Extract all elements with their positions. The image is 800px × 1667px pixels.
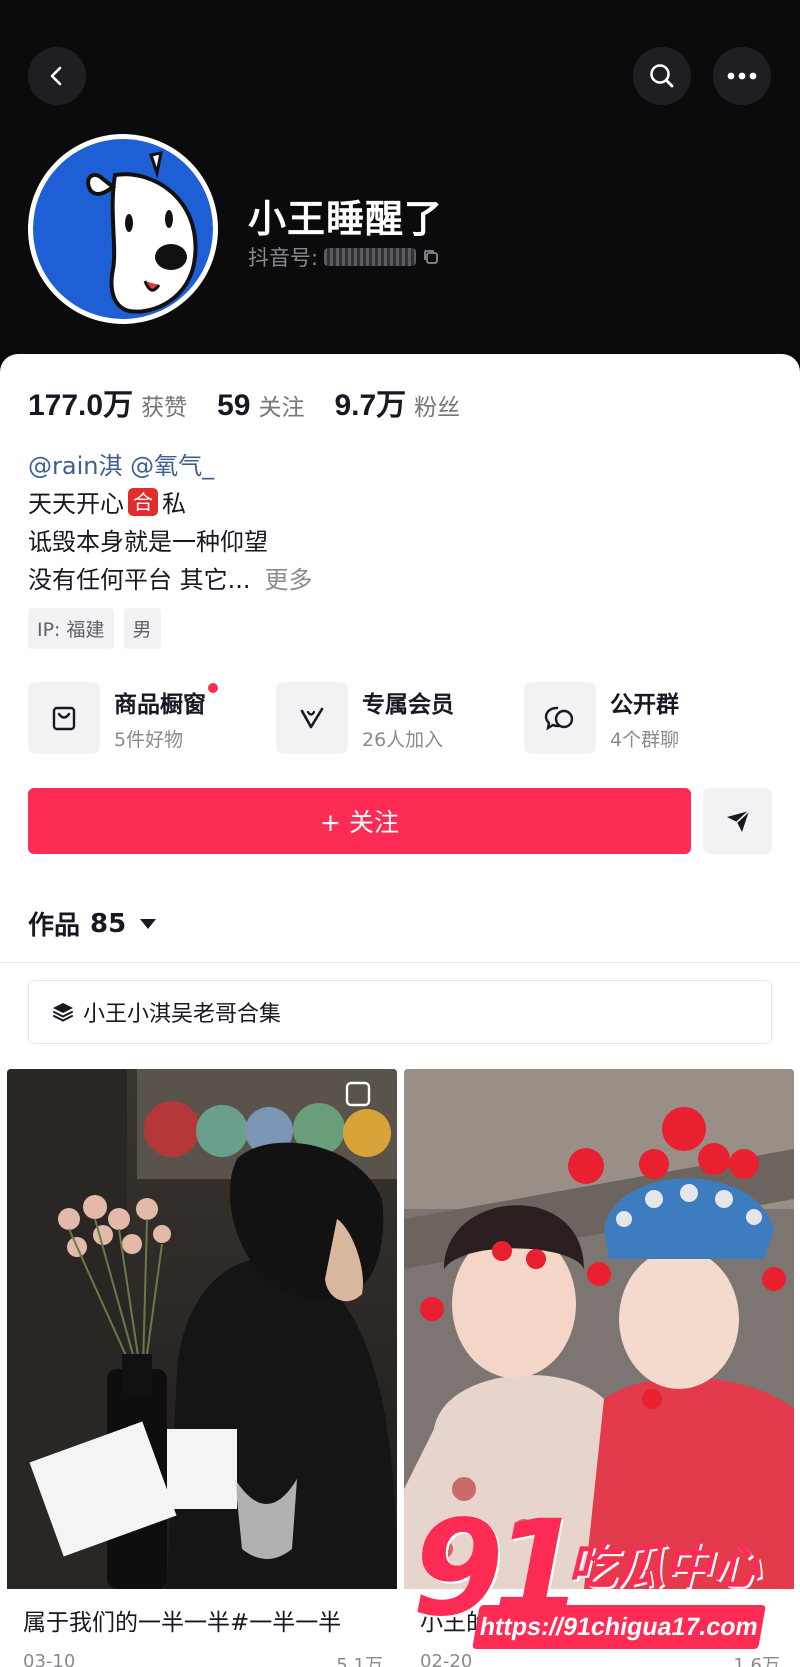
stat-likes: 177.0万 获赞 [28,380,187,424]
back-button[interactable] [28,47,86,105]
bio-text: 没有任何平台 其它... [28,566,251,594]
entry-title: 商品橱窗 [114,682,218,719]
cartoon-dog-icon [86,151,198,314]
follow-button[interactable]: + 关注 [28,788,691,854]
entry-icon-box [276,682,348,754]
entry-exclusive-member[interactable]: 专属会员 26人加入 [276,680,454,756]
send-arrow-icon [726,810,750,832]
avatar[interactable] [28,134,218,324]
shopping-bag-icon [52,706,76,731]
entry-subtitle: 26人加入 [362,728,444,751]
works-tab-label: 作品 [28,911,81,941]
chevron-left-icon [50,66,62,86]
entry-title: 公开群 [610,691,679,718]
collection-label: 小王小淇吴老哥合集 [83,1002,282,1027]
douyin-id-label: 抖音号: [248,246,319,270]
stat-label: 关注 [258,395,305,421]
profile-nickname: 小王睡醒了 [248,197,444,241]
stat-following[interactable]: 59 关注 [217,388,304,423]
search-button[interactable] [633,47,691,105]
works-count: 85 [90,908,127,939]
feature-entries: 商品橱窗 5件好物 专属会员 26人加入 公开群 4个群聊 [28,680,772,756]
stat-followers[interactable]: 9.7万 粉丝 [334,380,460,424]
video-thumbnail [7,1069,397,1589]
he-emoji-badge: 合 [128,487,158,516]
stat-label: 获赞 [141,395,188,421]
video-caption-bar: 属于我们的一半一半#一半一半 03-10 5.1万 [7,1589,397,1667]
copy-icon[interactable] [422,248,440,266]
bio-more-link[interactable]: 更多 [265,560,313,595]
bio-line-3: 没有任何平台 其它... 更多 [28,560,313,595]
video-meta: 03-10 5.1万 [23,1651,383,1667]
bio-mentions[interactable]: @rain淇 @氧气_ [28,446,214,481]
video-date: 03-10 [23,1651,76,1667]
watermark-name: 吃瓜中心 [568,1539,761,1595]
video-caption: 属于我们的一半一半#一半一半 [23,1610,342,1636]
tab-works[interactable]: 作品 85 [28,905,157,942]
entry-subtitle: 4个群聊 [610,728,680,751]
video-card[interactable]: 属于我们的一半一半#一半一半 03-10 5.1万 [7,1069,397,1667]
member-v-icon [300,707,324,729]
video-likes: 5.1万 [336,1655,383,1667]
stat-value: 9.7万 [334,389,407,422]
gender-tag: 男 [123,608,161,649]
entry-icon-box [28,682,100,754]
caret-down-icon [140,918,157,929]
ip-location-tag: IP: 福建 [28,608,114,649]
entry-title: 专属会员 [362,691,454,718]
profile-tags: IP: 福建 男 [28,608,161,649]
stat-value: 177.0万 [28,389,134,422]
send-message-button[interactable] [703,788,772,854]
watermark-url: https://91chigua17.com [472,1605,766,1649]
profile-stats: 177.0万 获赞 59 关注 9.7万 粉丝 [28,380,490,424]
notification-dot [208,682,218,693]
stat-value: 59 [217,389,251,422]
divider [0,962,800,963]
entry-shop-window[interactable]: 商品橱窗 5件好物 [28,680,218,756]
avatar-dog-image [33,139,213,319]
video-likes: 1.6万 [733,1655,780,1667]
layers-icon [53,1003,73,1022]
more-options-button[interactable] [713,47,771,105]
douyin-id-blurred-value [324,248,417,266]
bio-line-1: 天天开心 合 私 [28,484,186,519]
search-icon [650,64,674,88]
entry-icon-box [524,682,596,754]
more-dots-icon [727,72,757,80]
bio-text: 私 [162,490,186,518]
entry-title-text: 商品橱窗 [114,691,206,718]
collection-banner[interactable]: 小王小淇吴老哥合集 [28,980,772,1044]
douyin-id[interactable]: 抖音号: [248,242,440,272]
bio-line-2: 诋毁本身就是一种仰望 [28,528,268,556]
video-date: 02-20 [420,1651,473,1667]
chat-bubbles-icon [544,706,574,731]
site-watermark: 91 吃瓜中心 https://91chigua17.com [412,1503,782,1653]
profile-header: 小王睡醒了 抖音号: [0,0,800,400]
video-meta: 02-20 1.6万 [420,1651,780,1667]
entry-public-group[interactable]: 公开群 4个群聊 [524,680,679,756]
stat-label: 粉丝 [414,395,461,421]
entry-subtitle: 5件好物 [114,728,184,751]
bio-text: 天天开心 [28,490,124,518]
